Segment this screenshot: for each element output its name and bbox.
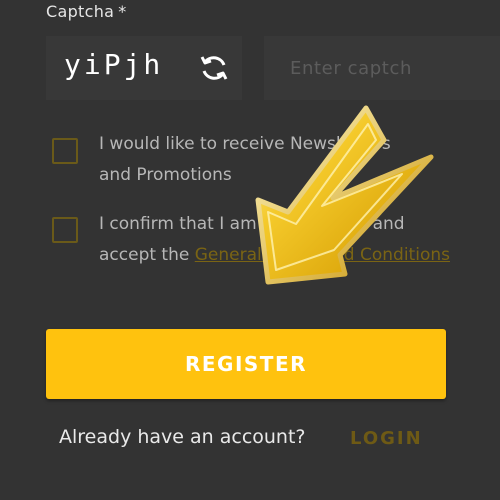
newsletter-label: I would like to receive Newsletters and … bbox=[99, 129, 459, 191]
login-link[interactable]: LOGIN bbox=[350, 428, 423, 449]
account-prompt: Already have an account? bbox=[59, 426, 306, 448]
terms-label-line1: I confirm that I am 18 years old and bbox=[99, 214, 405, 234]
newsletter-label-line1: I would like to receive Newsletters bbox=[99, 134, 391, 154]
captcha-image: yiPjh bbox=[46, 36, 242, 100]
terms-label-line2: accept the General Terms and Conditions bbox=[99, 240, 459, 271]
terms-link[interactable]: General Terms and Conditions bbox=[195, 245, 450, 265]
newsletter-label-line2: and Promotions bbox=[99, 165, 232, 185]
refresh-captcha-button[interactable] bbox=[198, 52, 230, 84]
registration-form: Captcha* yiPjh I would like to receive N… bbox=[0, 0, 500, 500]
captcha-code: yiPjh bbox=[64, 48, 164, 81]
captcha-label-text: Captcha bbox=[46, 2, 115, 21]
register-button[interactable]: REGISTER bbox=[46, 329, 446, 399]
terms-label: I confirm that I am 18 years old and acc… bbox=[99, 209, 459, 271]
captcha-input[interactable] bbox=[264, 36, 500, 100]
newsletter-checkbox[interactable] bbox=[52, 138, 78, 164]
terms-label-prefix: accept the bbox=[99, 245, 190, 265]
refresh-icon bbox=[200, 56, 228, 80]
captcha-label: Captcha * bbox=[46, 2, 127, 21]
terms-checkbox[interactable] bbox=[52, 217, 78, 243]
required-marker: * bbox=[118, 2, 127, 21]
